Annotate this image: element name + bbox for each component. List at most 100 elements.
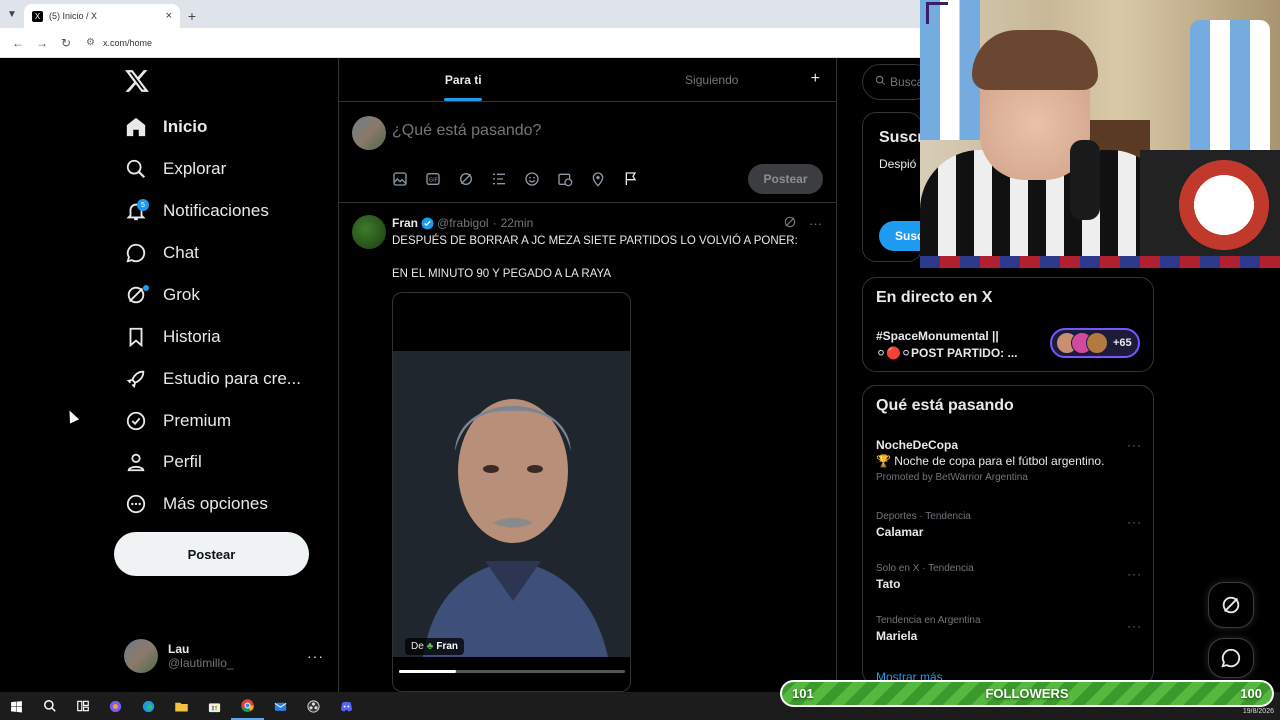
- account-name: Lau: [168, 642, 190, 656]
- video-progress-bar[interactable]: [399, 670, 625, 673]
- more-icon[interactable]: ···: [1127, 619, 1142, 633]
- task-view-icon[interactable]: [66, 692, 99, 720]
- subscribe-button[interactable]: Susc: [879, 221, 921, 251]
- discord-icon[interactable]: [330, 692, 363, 720]
- avatar[interactable]: [352, 215, 386, 249]
- grok-fab[interactable]: [1208, 582, 1254, 628]
- account-switcher[interactable]: Lau @lautimillo_ ···: [124, 638, 324, 674]
- microphone-image: [1070, 140, 1100, 220]
- search-icon[interactable]: [33, 692, 66, 720]
- verified-icon: [124, 409, 148, 433]
- close-tab-icon[interactable]: ×: [166, 10, 172, 22]
- compose-input[interactable]: [392, 122, 812, 140]
- trend-meta: Solo en X · Tendencia: [876, 563, 974, 574]
- trend-item[interactable]: Tendencia en Argentina Mariela ···: [876, 615, 1142, 643]
- emoji-icon[interactable]: [524, 168, 557, 190]
- home-icon: [124, 115, 148, 139]
- copilot-icon[interactable]: [99, 692, 132, 720]
- video-thumbnail-image: [393, 351, 630, 657]
- browser-tab[interactable]: X (5) Inicio / X ×: [24, 4, 180, 28]
- new-tab-icon[interactable]: +: [180, 4, 204, 28]
- live-card-title: En directo en X: [876, 289, 993, 306]
- poll-icon[interactable]: [491, 168, 524, 190]
- subscribe-premium-card: Suscr Despió estadís aprovec Susc: [862, 112, 922, 262]
- mail-icon[interactable]: [264, 692, 297, 720]
- video-frame: [393, 351, 630, 657]
- windows-start-icon[interactable]: [0, 692, 33, 720]
- image-icon[interactable]: [392, 168, 425, 190]
- nav-item-profile[interactable]: Perfil: [124, 446, 202, 478]
- nav-item-notifications[interactable]: 5 Notificaciones: [124, 195, 269, 227]
- browser-tabstrip: ▼ X (5) Inicio / X × +: [0, 0, 920, 28]
- edge-icon[interactable]: [132, 692, 165, 720]
- more-icon[interactable]: ···: [307, 648, 324, 664]
- trend-item[interactable]: NocheDeCopa 🏆 Noche de copa para el fútb…: [876, 438, 1142, 483]
- more-icon[interactable]: ···: [809, 216, 822, 231]
- nav-item-chat[interactable]: Chat: [124, 237, 199, 269]
- jersey-image: [1190, 20, 1270, 160]
- live-listeners[interactable]: +65: [1050, 328, 1140, 358]
- separator: ·: [492, 216, 497, 230]
- live-space-title[interactable]: #SpaceMonumental || ⚪🔴⚪POST PARTIDO: ...: [876, 328, 1036, 362]
- nav-item-grok[interactable]: Grok: [124, 279, 200, 311]
- streamer-hair-image: [972, 30, 1098, 90]
- url-field[interactable]: ⚙ x.com/home: [86, 32, 920, 54]
- account-info: Lau @lautimillo_: [168, 642, 307, 670]
- store-icon[interactable]: [198, 692, 231, 720]
- listener-count: +65: [1113, 337, 1132, 349]
- nav-item-explore[interactable]: Explorar: [124, 153, 226, 185]
- add-feed-icon[interactable]: +: [811, 70, 820, 88]
- gif-icon[interactable]: GIF: [425, 168, 458, 190]
- tweet-video[interactable]: De ♣ Fran: [392, 292, 631, 692]
- back-icon[interactable]: ←: [6, 36, 30, 50]
- post-button[interactable]: Postear: [114, 532, 309, 576]
- more-icon[interactable]: ···: [1127, 438, 1142, 452]
- tweet-author-handle[interactable]: @frabigol: [437, 216, 489, 230]
- forward-icon[interactable]: →: [30, 36, 54, 50]
- chrome-icon[interactable]: [231, 692, 264, 720]
- bell-icon: 5: [124, 199, 149, 223]
- trend-name: NocheDeCopa: [876, 438, 959, 452]
- compose-post-button[interactable]: Postear: [748, 164, 823, 194]
- trend-name: Calamar: [876, 525, 924, 539]
- search-icon: [124, 157, 148, 181]
- chat-fab[interactable]: [1208, 638, 1254, 678]
- grok-icon[interactable]: [783, 215, 797, 232]
- flag-icon[interactable]: [623, 168, 656, 190]
- more-icon[interactable]: ···: [1127, 515, 1142, 529]
- site-info-icon[interactable]: ⚙: [86, 37, 95, 48]
- tab-list-chevron-icon[interactable]: ▼: [0, 0, 24, 28]
- more-icon[interactable]: ···: [1127, 567, 1142, 581]
- followers-label: FOLLOWERS: [985, 686, 1069, 701]
- address-bar: ← → ↻ ⚙ x.com/home: [0, 28, 920, 58]
- schedule-icon[interactable]: [557, 168, 590, 190]
- reload-icon[interactable]: ↻: [54, 36, 78, 50]
- x-favicon-icon: X: [32, 10, 43, 22]
- tweet-time[interactable]: 22min: [501, 216, 534, 230]
- tab-for-you[interactable]: Para ti: [339, 58, 588, 101]
- nav-item-creator-studio[interactable]: Estudio para cre...: [124, 363, 301, 395]
- tweet-author-name[interactable]: Fran: [392, 216, 418, 230]
- location-icon[interactable]: [590, 168, 623, 190]
- whats-happening-card: Qué está pasando NocheDeCopa 🏆 Noche de …: [862, 385, 1154, 685]
- grok-icon[interactable]: [458, 168, 491, 190]
- tab-following[interactable]: Siguiendo: [588, 58, 837, 101]
- nav-item-premium[interactable]: Premium: [124, 405, 231, 437]
- video-source-tag[interactable]: De ♣ Fran: [405, 638, 465, 655]
- nav-item-more[interactable]: Más opciones: [124, 488, 268, 520]
- nav-label: Premium: [163, 411, 232, 430]
- tweet[interactable]: Fran @frabigol · 22min ··· DESPUÉS DE BO…: [339, 203, 836, 692]
- trend-item[interactable]: Deportes · Tendencia Calamar ···: [876, 511, 1142, 539]
- x-logo-icon[interactable]: [124, 68, 150, 94]
- overlay-bottom-border: [920, 256, 1280, 268]
- file-explorer-icon[interactable]: [165, 692, 198, 720]
- grok-new-dot: [143, 285, 149, 291]
- avatar: [1086, 332, 1108, 354]
- left-navigation: Inicio Explorar 5 Notificaciones Chat Gr…: [0, 58, 338, 692]
- obs-icon[interactable]: [297, 692, 330, 720]
- live-on-x-card: En directo en X #SpaceMonumental || ⚪🔴⚪P…: [862, 277, 1154, 372]
- nav-item-bookmarks[interactable]: Historia: [124, 321, 221, 353]
- nav-item-home[interactable]: Inicio: [124, 111, 207, 143]
- trend-item[interactable]: Solo en X · Tendencia Tato ···: [876, 563, 1142, 591]
- browser-tab-title: (5) Inicio / X: [49, 11, 98, 21]
